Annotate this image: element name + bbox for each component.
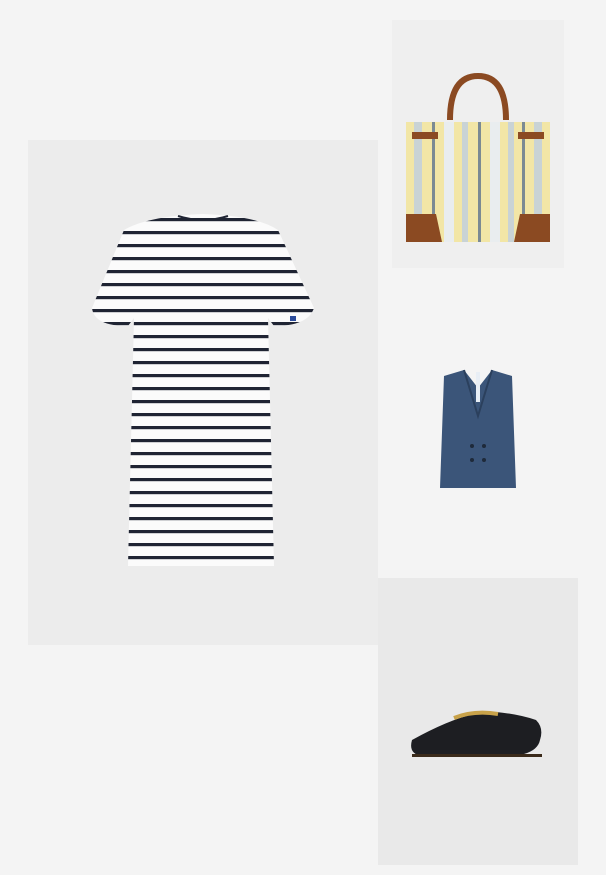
product-tile-bag[interactable] (392, 20, 564, 268)
striped-tote-image (406, 72, 550, 242)
black-loafer-image (411, 710, 542, 757)
product-tile-vest[interactable] (392, 290, 564, 550)
product-tile-shoe[interactable] (378, 578, 578, 865)
striped-dress-image (92, 214, 314, 566)
product-tile-dress[interactable] (28, 140, 378, 645)
denim-waistcoat-image (440, 369, 516, 488)
